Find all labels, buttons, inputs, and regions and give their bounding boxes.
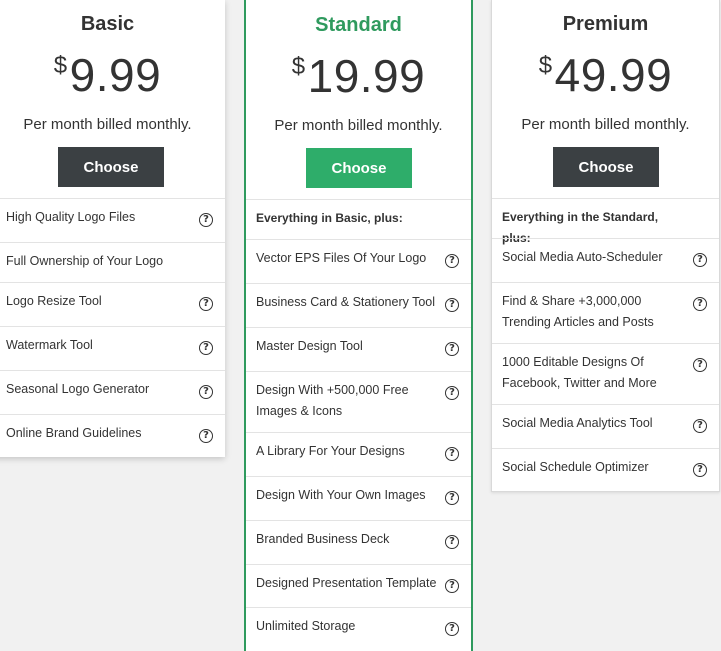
feature-item: Seasonal Logo Generator? [0, 370, 225, 414]
choose-basic-button[interactable]: Choose [58, 147, 164, 187]
price-amount: 19.99 [307, 50, 426, 102]
feature-item: Branded Business Deck? [246, 520, 471, 564]
feature-label: A Library For Your Designs [256, 444, 405, 458]
billing-note: Per month billed monthly. [23, 116, 192, 133]
feature-item: Social Media Auto-Scheduler? [492, 238, 719, 282]
help-icon[interactable]: ? [199, 429, 213, 443]
plan-price: $19.99 [246, 49, 471, 103]
help-icon[interactable]: ? [693, 358, 707, 372]
feature-label: Social Media Auto-Scheduler [502, 250, 663, 264]
help-icon[interactable]: ? [693, 463, 707, 477]
billing-note: Per month billed monthly. [521, 116, 690, 133]
plan-card-standard: Standard $19.99 Per month billed monthly… [244, 0, 473, 651]
feature-label: Business Card & Stationery Tool [256, 295, 436, 309]
choose-premium-button[interactable]: Choose [553, 147, 659, 187]
feature-label: Designed Presentation Template [256, 576, 437, 590]
price-amount: 49.99 [554, 49, 673, 101]
help-icon[interactable]: ? [199, 341, 213, 355]
feature-label: Master Design Tool [256, 339, 363, 353]
feature-label: Unlimited Storage [256, 619, 356, 633]
feature-label: Branded Business Deck [256, 532, 390, 546]
help-icon[interactable]: ? [445, 622, 459, 636]
feature-item: Unlimited Storage? [246, 607, 471, 651]
feature-item: Design With +500,000 Free Images & Icons… [246, 371, 471, 432]
help-icon[interactable]: ? [693, 297, 707, 311]
feature-label: Online Brand Guidelines [6, 426, 142, 440]
help-icon[interactable]: ? [445, 298, 459, 312]
feature-item: Designed Presentation Template? [246, 564, 471, 607]
help-icon[interactable]: ? [445, 447, 459, 461]
features-header: Everything in the Standard, plus: [492, 198, 719, 245]
feature-label: Logo Resize Tool [6, 294, 102, 308]
price-amount: 9.99 [69, 49, 162, 101]
feature-item: Business Card & Stationery Tool? [246, 283, 471, 327]
feature-item: Logo Resize Tool? [0, 282, 225, 326]
help-icon[interactable]: ? [445, 491, 459, 505]
feature-item: Social Media Analytics Tool? [492, 404, 719, 448]
feature-label: Find & Share +3,000,000 Trending Article… [502, 294, 654, 329]
plan-name: Premium [562, 13, 649, 35]
help-icon[interactable]: ? [445, 579, 459, 593]
help-icon[interactable]: ? [445, 535, 459, 549]
plan-name: Basic [80, 13, 135, 35]
feature-label: High Quality Logo Files [6, 210, 136, 224]
features-header: Everything in Basic, plus: [246, 199, 471, 239]
feature-item: Online Brand Guidelines? [0, 414, 225, 457]
feature-item: High Quality Logo Files? [0, 198, 225, 242]
help-icon[interactable]: ? [199, 385, 213, 399]
plan-price: $49.99 [492, 48, 719, 102]
help-icon[interactable]: ? [199, 213, 213, 227]
feature-item: Find & Share +3,000,000 Trending Article… [492, 282, 719, 343]
help-icon[interactable]: ? [445, 254, 459, 268]
feature-list: Everything in the Standard, plus: Social… [492, 198, 719, 492]
feature-item: Social Schedule Optimizer? [492, 448, 719, 492]
feature-label: Social Media Analytics Tool [502, 416, 653, 430]
choose-standard-button[interactable]: Choose [306, 148, 412, 188]
plan-name: Standard [315, 14, 402, 36]
feature-label: Full Ownership of Your Logo [6, 254, 164, 268]
feature-label: Design With +500,000 Free Images & Icons [256, 383, 409, 418]
currency-symbol: $ [291, 53, 306, 80]
feature-label: Design With Your Own Images [256, 488, 426, 502]
help-icon[interactable]: ? [445, 386, 459, 400]
billing-note: Per month billed monthly. [274, 117, 443, 134]
plan-card-premium: Premium $49.99 Per month billed monthly.… [491, 0, 720, 492]
feature-item: Vector EPS Files Of Your Logo? [246, 239, 471, 283]
plan-card-basic: Basic $9.99 Per month billed monthly. Ch… [0, 0, 225, 457]
feature-item: Master Design Tool? [246, 327, 471, 371]
feature-item: A Library For Your Designs? [246, 432, 471, 476]
feature-item: Full Ownership of Your Logo [0, 242, 225, 282]
feature-label: 1000 Editable Designs Of Facebook, Twitt… [502, 355, 657, 390]
help-icon[interactable]: ? [693, 253, 707, 267]
currency-symbol: $ [538, 52, 553, 79]
feature-item: Design With Your Own Images? [246, 476, 471, 520]
feature-item: Watermark Tool? [0, 326, 225, 370]
plan-price: $9.99 [0, 48, 225, 102]
feature-list: Everything in Basic, plus: Vector EPS Fi… [246, 199, 471, 651]
feature-label: Seasonal Logo Generator [6, 382, 150, 396]
feature-list: High Quality Logo Files? Full Ownership … [0, 198, 225, 457]
feature-item: 1000 Editable Designs Of Facebook, Twitt… [492, 343, 719, 404]
feature-label: Social Schedule Optimizer [502, 460, 649, 474]
currency-symbol: $ [53, 52, 68, 79]
feature-label: Vector EPS Files Of Your Logo [256, 251, 427, 265]
help-icon[interactable]: ? [445, 342, 459, 356]
feature-label: Watermark Tool [6, 338, 93, 352]
help-icon[interactable]: ? [199, 297, 213, 311]
help-icon[interactable]: ? [693, 419, 707, 433]
